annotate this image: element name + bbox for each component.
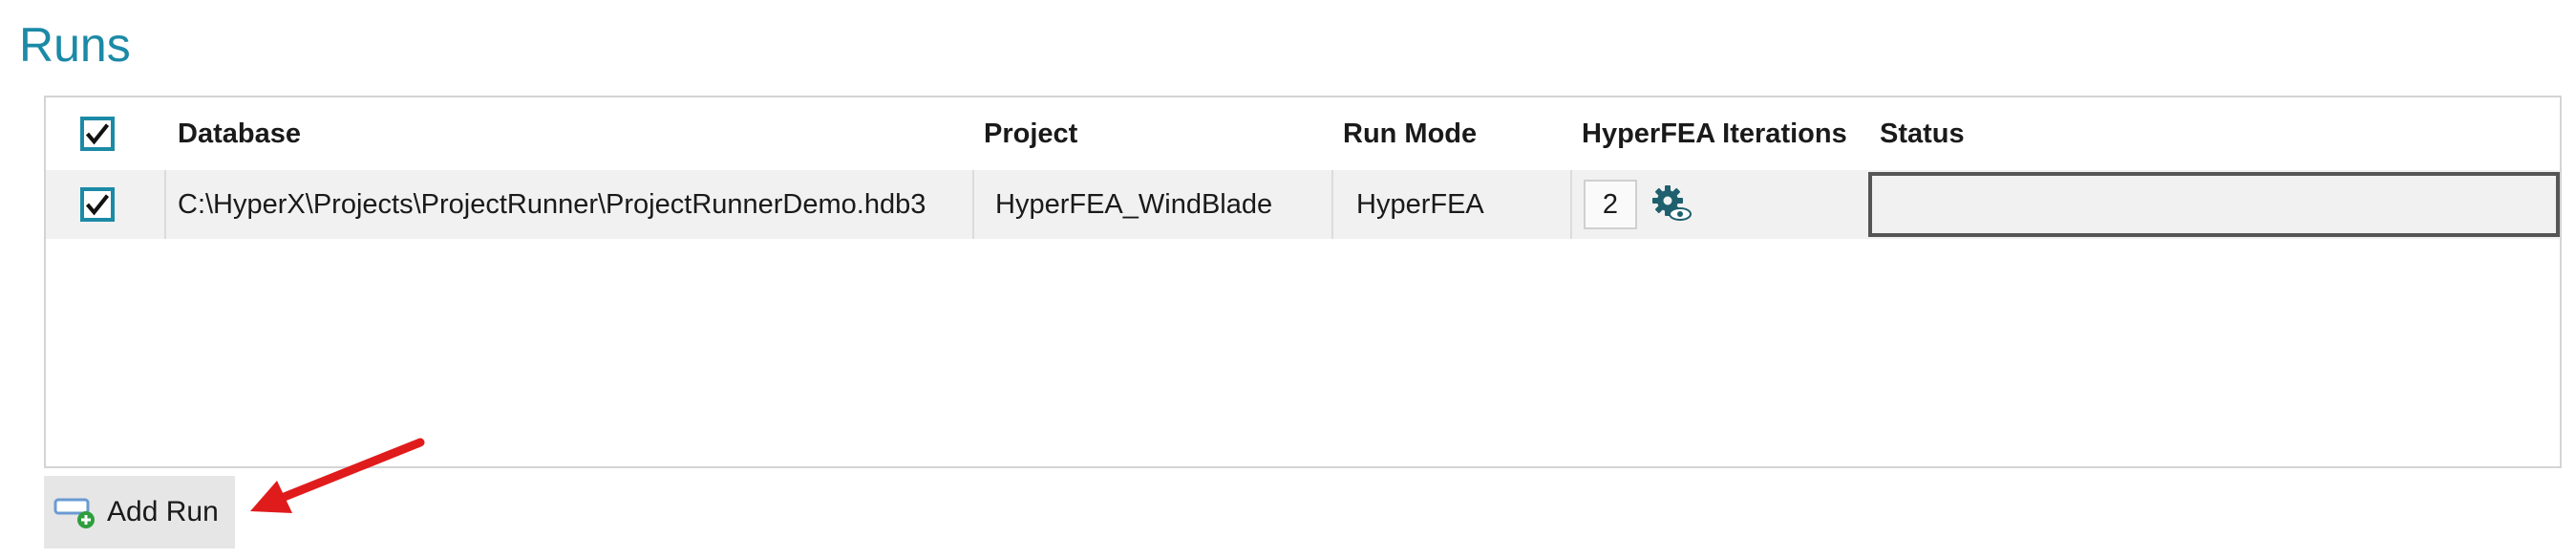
iteration-settings-button[interactable] — [1650, 183, 1692, 226]
cell-project[interactable]: HyperFEA_WindBlade — [972, 170, 1331, 239]
row-select-cell — [80, 170, 157, 239]
add-run-label: Add Run — [107, 496, 219, 527]
section-title: Runs — [19, 18, 131, 72]
header-database[interactable]: Database — [178, 97, 980, 170]
gear-eye-icon — [1652, 185, 1692, 221]
grid-header-row: Database Project Run Mode HyperFEA Itera… — [46, 97, 2560, 170]
header-status[interactable]: Status — [1880, 97, 2262, 170]
cell-database[interactable]: C:\HyperX\Projects\ProjectRunner\Project… — [164, 170, 972, 239]
header-iterations[interactable]: HyperFEA Iterations — [1582, 97, 1878, 170]
red-arrow-annotation — [250, 438, 425, 513]
cell-status[interactable] — [1868, 172, 2560, 237]
iterations-input[interactable]: 2 — [1584, 180, 1637, 229]
check-icon — [85, 123, 110, 145]
cell-run-mode[interactable]: HyperFEA — [1331, 170, 1572, 239]
select-all-checkbox[interactable] — [80, 117, 115, 151]
select-all-cell — [80, 97, 157, 170]
header-project[interactable]: Project — [984, 97, 1337, 170]
add-run-button[interactable]: Add Run — [44, 476, 235, 548]
cell-iterations: 2 — [1570, 170, 1866, 239]
row-checkbox[interactable] — [80, 187, 115, 222]
add-row-icon — [53, 498, 95, 528]
header-run-mode[interactable]: Run Mode — [1343, 97, 1582, 170]
check-icon — [85, 194, 110, 216]
table-row[interactable]: C:\HyperX\Projects\ProjectRunner\Project… — [46, 170, 2560, 239]
runs-grid: Database Project Run Mode HyperFEA Itera… — [44, 96, 2562, 468]
